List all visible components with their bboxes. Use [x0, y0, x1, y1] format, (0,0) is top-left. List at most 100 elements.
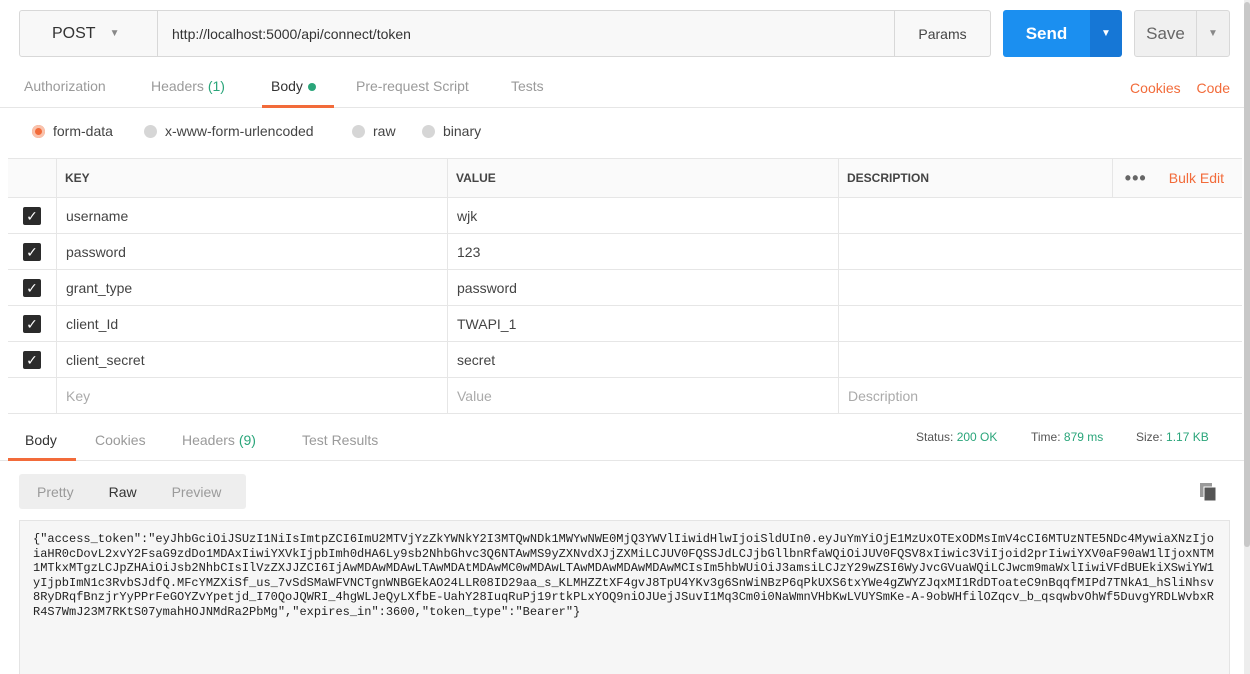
radio-label: form-data — [53, 123, 113, 139]
key-cell[interactable]: client_Id — [57, 306, 448, 341]
key-input[interactable]: Key — [57, 378, 448, 413]
cookies-link[interactable]: Cookies — [1130, 80, 1181, 96]
tab-test-results[interactable]: Test Results — [302, 432, 378, 448]
table-row: ✓ grant_type password — [8, 270, 1242, 306]
value-cell[interactable]: password — [448, 270, 839, 305]
tab-response-headers[interactable]: Headers (9) — [182, 432, 256, 448]
row-checkbox[interactable]: ✓ — [8, 234, 57, 269]
column-header-key: KEY — [57, 159, 448, 197]
tab-response-headers-label: Headers — [182, 432, 235, 448]
tab-response-body[interactable]: Body — [25, 432, 57, 448]
value-cell[interactable]: wjk — [448, 198, 839, 233]
table-row: ✓ client_Id TWAPI_1 — [8, 306, 1242, 342]
url-input[interactable]: http://localhost:5000/api/connect/token — [158, 11, 894, 56]
chevron-down-icon: ▼ — [109, 28, 120, 39]
method-select[interactable]: POST ▼ — [20, 11, 158, 56]
send-button[interactable]: Send — [1003, 10, 1090, 57]
save-button[interactable]: Save — [1135, 11, 1197, 56]
size-value: 1.17 KB — [1166, 430, 1209, 444]
value-input[interactable]: Value — [448, 378, 839, 413]
size-indicator: Size: 1.17 KB — [1136, 430, 1209, 444]
request-tabs: Authorization Headers (1) Body Pre-reque… — [0, 66, 1250, 108]
table-row: ✓ username wjk — [8, 198, 1242, 234]
copy-icon[interactable] — [1199, 482, 1217, 502]
row-checkbox[interactable]: ✓ — [8, 198, 57, 233]
description-cell[interactable] — [839, 306, 1242, 341]
tab-prerequest-script[interactable]: Pre-request Script — [356, 78, 469, 94]
radio-label: x-www-form-urlencoded — [165, 123, 314, 139]
radio-form-data[interactable]: form-data — [32, 123, 113, 139]
radio-selected-icon — [32, 124, 45, 138]
radio-raw[interactable]: raw — [352, 123, 396, 139]
response-tabs: Body Cookies Headers (9) Test Results St… — [0, 421, 1250, 461]
save-dropdown-chevron-icon[interactable]: ▼ — [1197, 11, 1229, 56]
value-cell[interactable]: TWAPI_1 — [448, 306, 839, 341]
row-checkbox[interactable]: ✓ — [8, 306, 57, 341]
size-label: Size: — [1136, 430, 1163, 444]
scrollbar-thumb[interactable] — [1244, 2, 1250, 547]
request-tab-links: Cookies Code — [1118, 80, 1230, 96]
description-cell[interactable] — [839, 234, 1242, 269]
request-bar: POST ▼ http://localhost:5000/api/connect… — [19, 10, 991, 57]
table-header-row: KEY VALUE DESCRIPTION ••• Bulk Edit — [8, 159, 1242, 198]
row-checkbox[interactable]: ✓ — [8, 270, 57, 305]
form-data-table: KEY VALUE DESCRIPTION ••• Bulk Edit ✓ us… — [8, 158, 1242, 414]
tab-headers[interactable]: Headers (1) — [151, 78, 225, 94]
radio-unselected-icon — [352, 124, 365, 138]
checkmark-icon: ✓ — [23, 350, 41, 369]
tab-response-headers-count: (9) — [238, 432, 256, 448]
view-preview-button[interactable]: Preview — [172, 484, 222, 500]
checkmark-icon: ✓ — [23, 278, 41, 297]
key-cell[interactable]: username — [57, 198, 448, 233]
send-dropdown-chevron-icon[interactable]: ▼ — [1090, 10, 1122, 57]
tab-tests[interactable]: Tests — [511, 78, 544, 94]
row-checkbox-empty — [8, 378, 57, 413]
radio-unselected-icon — [144, 124, 157, 138]
time-indicator: Time: 879 ms — [1031, 430, 1103, 444]
code-link[interactable]: Code — [1197, 80, 1230, 96]
checkmark-icon: ✓ — [23, 314, 41, 333]
bulk-edit-link[interactable]: Bulk Edit — [1159, 170, 1242, 186]
status-label: Status: — [916, 430, 954, 444]
row-checkbox[interactable]: ✓ — [8, 342, 57, 377]
method-label: POST — [52, 24, 96, 42]
view-raw-button[interactable]: Raw — [109, 484, 137, 500]
key-cell[interactable]: client_secret — [57, 342, 448, 377]
column-header-value: VALUE — [448, 159, 839, 197]
key-cell[interactable]: grant_type — [57, 270, 448, 305]
radio-label: binary — [443, 123, 482, 139]
radio-label: raw — [373, 123, 396, 139]
checkmark-icon: ✓ — [23, 206, 41, 225]
page-scrollbar[interactable] — [1244, 0, 1250, 674]
table-tools: ••• Bulk Edit — [1111, 159, 1242, 197]
header-check-cell — [8, 159, 57, 197]
description-cell[interactable] — [839, 198, 1242, 233]
params-button[interactable]: Params — [894, 11, 990, 56]
description-cell[interactable] — [839, 270, 1242, 305]
save-button-group: Save ▼ — [1134, 10, 1230, 57]
tab-headers-label: Headers — [151, 78, 204, 94]
active-tab-underline — [262, 105, 334, 108]
description-cell[interactable] — [839, 342, 1242, 377]
time-value: 879 ms — [1063, 430, 1104, 444]
table-row: ✓ client_secret secret — [8, 342, 1242, 378]
radio-binary[interactable]: binary — [422, 123, 481, 139]
tab-body[interactable]: Body — [271, 78, 316, 94]
table-row-new: Key Value Description — [8, 378, 1242, 414]
tab-response-cookies[interactable]: Cookies — [95, 432, 146, 448]
value-cell[interactable]: secret — [448, 342, 839, 377]
tab-authorization[interactable]: Authorization — [24, 78, 106, 94]
tab-body-label: Body — [271, 78, 303, 94]
value-cell[interactable]: 123 — [448, 234, 839, 269]
key-cell[interactable]: password — [57, 234, 448, 269]
tab-headers-count: (1) — [207, 78, 225, 94]
description-input[interactable]: Description — [839, 378, 1242, 413]
more-options-icon[interactable]: ••• — [1113, 168, 1159, 189]
status-indicator: Status: 200 OK — [916, 430, 997, 444]
view-pretty-button[interactable]: Pretty — [37, 484, 74, 500]
response-body-text[interactable]: {"access_token":"eyJhbGciOiJSUzI1NiIsImt… — [19, 520, 1230, 674]
radio-x-www-form-urlencoded[interactable]: x-www-form-urlencoded — [144, 123, 314, 139]
view-mode-selector: Pretty Raw Preview — [19, 474, 246, 509]
status-value: 200 OK — [956, 430, 998, 444]
body-type-radio-group: form-data x-www-form-urlencoded raw bina… — [0, 109, 1250, 157]
